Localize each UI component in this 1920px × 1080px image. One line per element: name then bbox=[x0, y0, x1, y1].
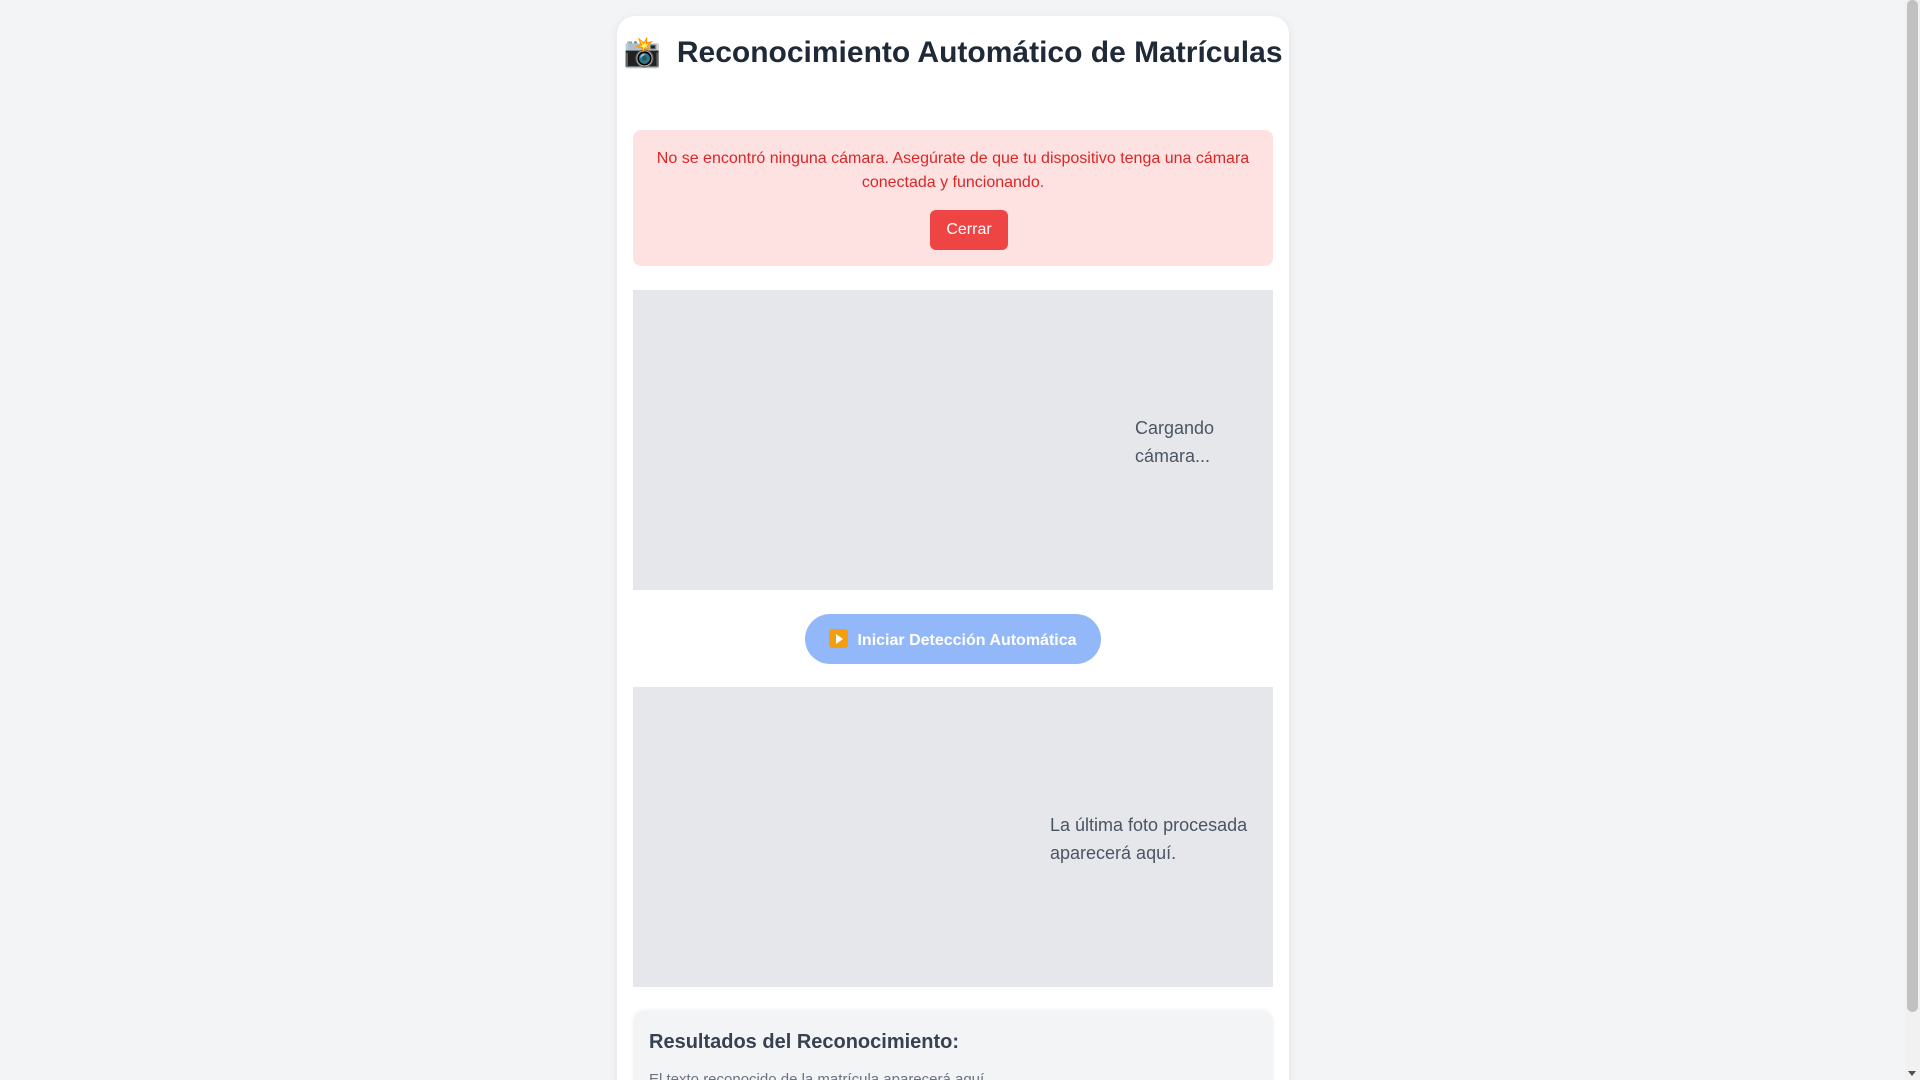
results-panel: Resultados del Reconocimiento: El texto … bbox=[633, 1011, 1273, 1080]
last-photo-preview: La última foto procesada aparecerá aquí. bbox=[633, 687, 1273, 987]
results-description: El texto reconocido de la matrícula apar… bbox=[649, 1071, 989, 1080]
camera-loading-text: Cargando cámara... bbox=[1135, 418, 1215, 466]
camera-preview: Cargando cámara... bbox=[633, 290, 1273, 590]
alert-message: No se encontró ninguna cámara. Asegúrate… bbox=[656, 150, 1250, 191]
page: 📸 Reconocimiento Automático de Matrículas… bbox=[0, 0, 1920, 1080]
last-photo-placeholder: La última foto procesada aparecerá aquí. bbox=[1050, 815, 1248, 863]
page-scrollbar[interactable] bbox=[1905, 0, 1920, 1080]
play-icon bbox=[829, 628, 849, 648]
start-detection-label: Iniciar Detección Automática bbox=[857, 631, 1077, 649]
page-title: 📸 Reconocimiento Automático de Matrículas bbox=[617, 34, 1289, 72]
start-detection-button[interactable]: Iniciar Detección Automática bbox=[805, 614, 1101, 664]
camera-flash-icon: 📸 bbox=[623, 36, 661, 69]
close-button[interactable]: Cerrar bbox=[930, 210, 1008, 250]
scrollbar-thumb[interactable] bbox=[1907, 0, 1918, 1012]
scroll-down-arrow-icon[interactable] bbox=[1908, 1071, 1916, 1076]
error-alert: No se encontró ninguna cámara. Asegúrate… bbox=[633, 130, 1273, 266]
main-card: 📸 Reconocimiento Automático de Matrículas… bbox=[617, 16, 1289, 1080]
page-title-text: Reconocimiento Automático de Matrículas bbox=[676, 36, 1283, 69]
results-title: Resultados del Reconocimiento: bbox=[649, 1031, 960, 1053]
